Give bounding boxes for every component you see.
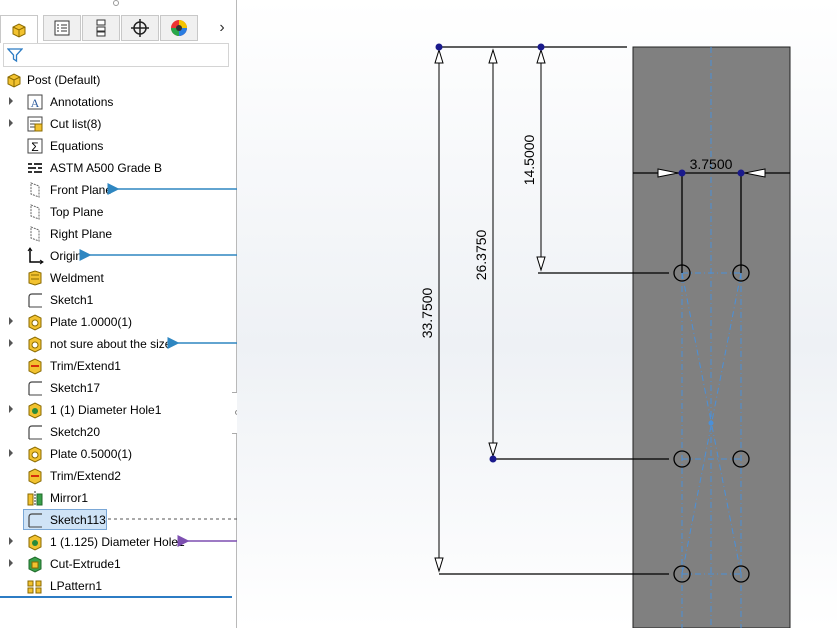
dimension-vertical-long[interactable]: 33.7500 (419, 287, 435, 338)
dimension-horizontal[interactable]: 3.7500 (690, 156, 733, 172)
dimension-vertical-short[interactable]: 14.5000 (521, 134, 537, 185)
relation-arrow-front-plane (107, 183, 248, 519)
graphics-area[interactable]: 3.7500 14.5000 26.3750 33.7500 (237, 0, 837, 628)
relation-arrows (79, 183, 255, 547)
relation-arrow-origin (79, 249, 248, 271)
center-point[interactable] (708, 420, 714, 426)
dimension-vertical-mid[interactable]: 26.3750 (473, 229, 489, 280)
